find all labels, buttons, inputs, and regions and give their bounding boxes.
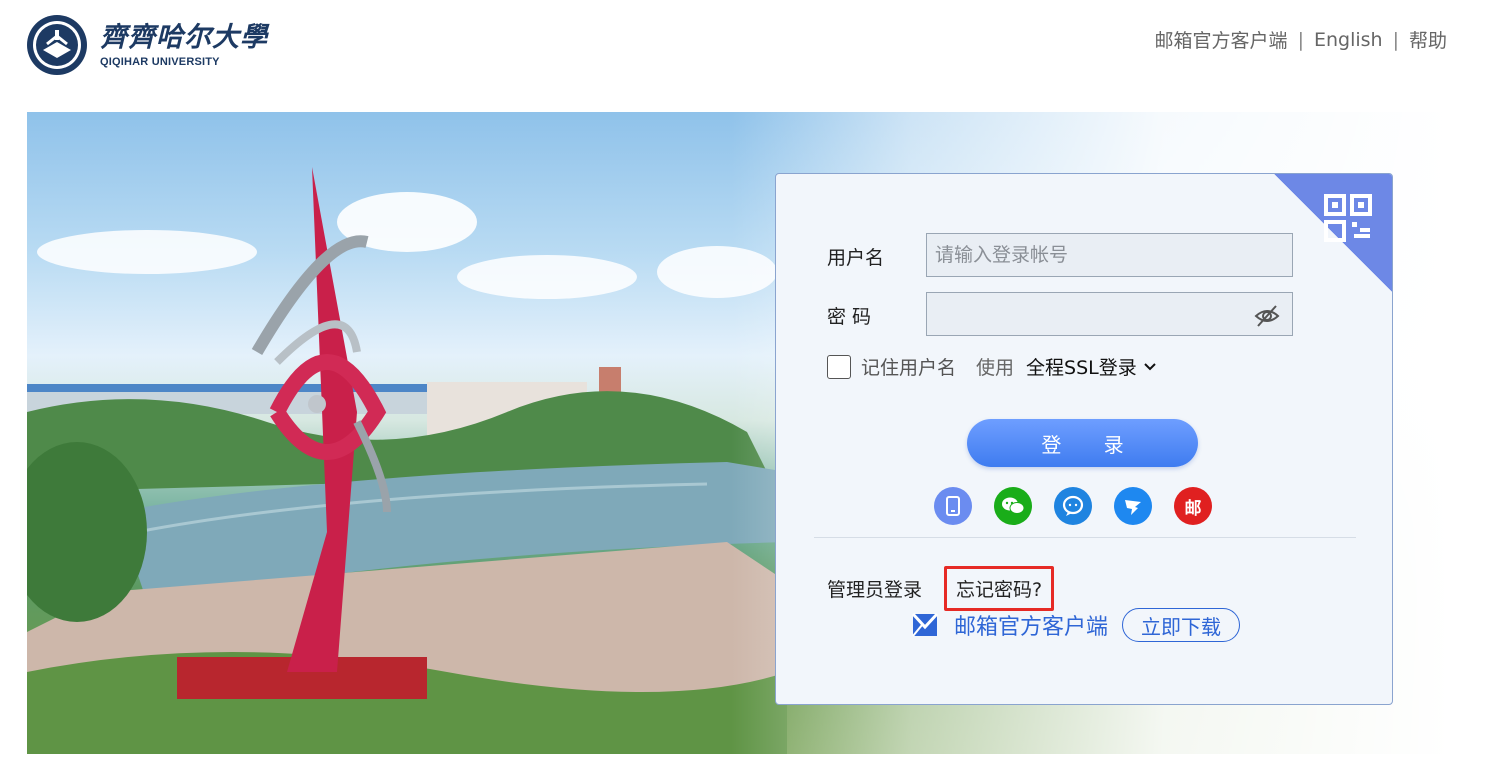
remember-row: 记住用户名 使用 全程SSL登录: [827, 353, 1157, 380]
download-button[interactable]: 立即下载: [1122, 608, 1241, 642]
ssl-option-label: 全程SSL登录: [1026, 357, 1137, 379]
help-link[interactable]: 帮助: [1409, 26, 1447, 53]
qq-icon[interactable]: [1054, 487, 1092, 525]
mail-client-logo-icon: [911, 612, 939, 637]
english-link[interactable]: English: [1314, 29, 1383, 51]
bottom-links: 管理员登录 忘记密码?: [827, 566, 1055, 611]
nav-separator: |: [1392, 28, 1399, 51]
username-input[interactable]: [926, 233, 1293, 277]
login-panel: 用户名 密 码 记住用户名 使用 全程SSL登录 登 录 邮: [775, 173, 1393, 705]
phone-icon[interactable]: [934, 487, 972, 525]
use-label: 使用: [976, 357, 1015, 379]
university-seal-icon: [27, 15, 87, 75]
ssl-select[interactable]: 全程SSL登录: [1026, 353, 1157, 380]
username-label: 用户名: [827, 247, 885, 269]
password-input[interactable]: [926, 292, 1293, 336]
client-download-row: 邮箱官方客户端 立即下载: [910, 608, 1241, 642]
university-name-en: QIQIHAR UNIVERSITY: [100, 56, 220, 68]
alt-login-icons: 邮: [934, 487, 1212, 525]
nav-separator: |: [1297, 28, 1304, 51]
admin-login-link[interactable]: 管理员登录: [827, 575, 922, 602]
top-nav: 邮箱官方客户端 | English | 帮助: [1155, 26, 1447, 53]
remember-label[interactable]: 记住用户名: [861, 353, 956, 380]
password-label: 密 码: [827, 306, 872, 328]
panel-divider: [814, 537, 1356, 538]
login-button[interactable]: 登 录: [967, 419, 1198, 467]
client-download-link[interactable]: 邮箱官方客户端: [1155, 26, 1288, 53]
university-logo[interactable]: 齊齊哈尔大學 QIQIHAR UNIVERSITY: [26, 14, 268, 76]
wechat-icon[interactable]: [994, 487, 1032, 525]
chevron-down-icon: [1144, 362, 1156, 370]
remember-checkbox[interactable]: [827, 354, 851, 379]
university-name-cn: 齊齊哈尔大學: [100, 22, 268, 53]
mail-icon[interactable]: 邮: [1174, 487, 1212, 525]
qr-code-icon: [1324, 194, 1372, 242]
dingtalk-icon[interactable]: [1114, 487, 1152, 525]
mail-client-name[interactable]: 邮箱官方客户端: [954, 609, 1108, 641]
forgot-password-highlight: 忘记密码?: [944, 566, 1055, 611]
eye-hidden-icon[interactable]: [1254, 303, 1280, 329]
forgot-password-link[interactable]: 忘记密码?: [956, 579, 1042, 601]
